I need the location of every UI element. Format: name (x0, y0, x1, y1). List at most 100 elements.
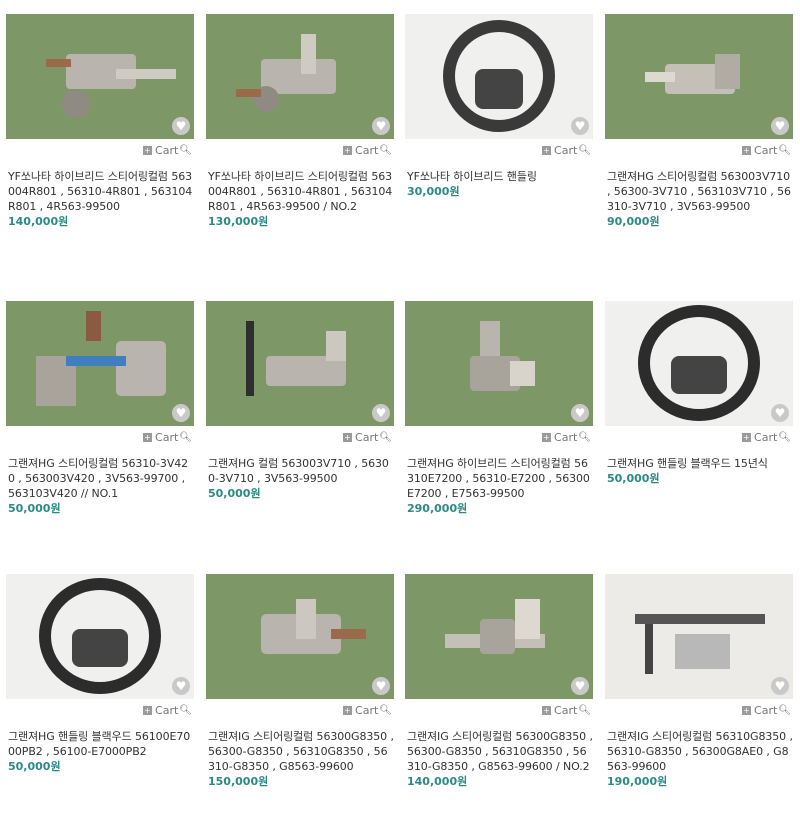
product-grid: ♥ + Cart 🔍︎ YF쏘나타 하이브리드 스티어링컬럼 563004R801 … (0, 0, 800, 825)
cart-button[interactable]: + Cart 🔍︎ (206, 426, 394, 448)
product-card[interactable]: ♥ + Cart 🔍︎ 그랜져IG 스티어링컬럼 56310G8350 , 5631… (605, 574, 793, 789)
product-card[interactable]: ♥ + Cart 🔍︎ 그랜져HG 하이브리드 스티어링컬럼 56310E7200 … (405, 301, 593, 516)
cart-label: Cart (355, 430, 379, 444)
magnifier-icon[interactable]: 🔍︎ (778, 432, 791, 443)
heart-icon[interactable]: ♥ (372, 117, 390, 135)
plus-icon: + (343, 432, 353, 442)
product-image[interactable]: ♥ (206, 14, 394, 139)
product-price: 50,000원 (607, 472, 660, 485)
heart-icon[interactable]: ♥ (771, 677, 789, 695)
cart-label: Cart (554, 143, 578, 157)
product-title[interactable]: 그랜져HG 핸들링 블랙우드 56100E7000PB2 , 56100-E70… (8, 729, 194, 759)
product-image[interactable]: ♥ (605, 301, 793, 426)
magnifier-icon[interactable]: 🔍︎ (578, 705, 591, 716)
heart-icon[interactable]: ♥ (571, 404, 589, 422)
plus-icon: + (343, 705, 353, 715)
magnifier-icon[interactable]: 🔍︎ (578, 432, 591, 443)
product-card[interactable]: ♥ + Cart 🔍︎ 그랜져IG 스티어링컬럼 56300G8350 , 5630… (405, 574, 593, 789)
product-price: 50,000원 (208, 487, 261, 500)
heart-icon[interactable]: ♥ (771, 117, 789, 135)
heart-icon[interactable]: ♥ (571, 117, 589, 135)
product-title[interactable]: 그랜져HG 컬럼 563003V710 , 56300-3V710 , 3V56… (208, 456, 394, 486)
magnifier-icon[interactable]: 🔍︎ (778, 705, 791, 716)
magnifier-icon[interactable]: 🔍︎ (179, 432, 192, 443)
product-card[interactable]: ♥ + Cart 🔍︎ 그랜져HG 스티어링컬럼 563003V710 , 5630… (605, 14, 793, 229)
cart-button[interactable]: + Cart 🔍︎ (605, 139, 793, 161)
magnifier-icon[interactable]: 🔍︎ (379, 705, 392, 716)
heart-icon[interactable]: ♥ (771, 404, 789, 422)
product-price: 50,000원 (8, 760, 61, 773)
product-title[interactable]: YF쏘나타 하이브리드 핸들링 (407, 169, 593, 184)
heart-icon[interactable]: ♥ (172, 404, 190, 422)
product-price: 90,000원 (607, 215, 660, 228)
heart-icon[interactable]: ♥ (372, 404, 390, 422)
product-title[interactable]: YF쏘나타 하이브리드 스티어링컬럼 563004R801 , 56310-4R… (208, 169, 394, 214)
magnifier-icon[interactable]: 🔍︎ (379, 145, 392, 156)
cart-label: Cart (754, 703, 778, 717)
product-image[interactable]: ♥ (405, 14, 593, 139)
product-image[interactable]: ♥ (206, 301, 394, 426)
product-image[interactable]: ♥ (206, 574, 394, 699)
cart-label: Cart (754, 143, 778, 157)
cart-button[interactable]: + Cart 🔍︎ (6, 426, 194, 448)
product-title[interactable]: 그랜져HG 핸들링 블랙우드 15년식 (607, 456, 793, 471)
cart-button[interactable]: + Cart 🔍︎ (605, 426, 793, 448)
product-title[interactable]: 그랜져IG 스티어링컬럼 56300G8350 , 56300-G8350 , … (208, 729, 394, 774)
magnifier-icon[interactable]: 🔍︎ (578, 145, 591, 156)
product-title[interactable]: YF쏘나타 하이브리드 스티어링컬럼 563004R801 , 56310-4R… (8, 169, 194, 214)
product-price: 290,000원 (407, 502, 468, 515)
product-image[interactable]: ♥ (405, 301, 593, 426)
product-card[interactable]: ♥ + Cart 🔍︎ YF쏘나타 하이브리드 핸들링 30,000원 (405, 14, 593, 199)
product-title[interactable]: 그랜져HG 스티어링컬럼 563003V710 , 56300-3V710 , … (607, 169, 793, 214)
product-title[interactable]: 그랜져HG 하이브리드 스티어링컬럼 56310E7200 , 56310-E7… (407, 456, 593, 501)
cart-label: Cart (155, 143, 179, 157)
plus-icon: + (542, 432, 552, 442)
product-price: 190,000원 (607, 775, 668, 788)
product-card[interactable]: ♥ + Cart 🔍︎ 그랜져HG 스티어링컬럼 56310-3V420 , 563… (6, 301, 194, 516)
plus-icon: + (742, 145, 752, 155)
product-image[interactable]: ♥ (6, 14, 194, 139)
product-image[interactable]: ♥ (405, 574, 593, 699)
cart-label: Cart (554, 703, 578, 717)
magnifier-icon[interactable]: 🔍︎ (778, 145, 791, 156)
heart-icon[interactable]: ♥ (571, 677, 589, 695)
product-card[interactable]: ♥ + Cart 🔍︎ 그랜져HG 핸들링 블랙우드 15년식 50,000원 (605, 301, 793, 486)
heart-icon[interactable]: ♥ (372, 677, 390, 695)
product-card[interactable]: ♥ + Cart 🔍︎ YF쏘나타 하이브리드 스티어링컬럼 563004R801 … (6, 14, 194, 229)
product-title[interactable]: 그랜져IG 스티어링컬럼 56310G8350 , 56310-G8350 , … (607, 729, 793, 774)
plus-icon: + (742, 432, 752, 442)
plus-icon: + (343, 145, 353, 155)
plus-icon: + (143, 145, 153, 155)
plus-icon: + (542, 705, 552, 715)
product-title[interactable]: 그랜져IG 스티어링컬럼 56300G8350 , 56300-G8350 , … (407, 729, 593, 774)
product-price: 30,000원 (407, 185, 460, 198)
magnifier-icon[interactable]: 🔍︎ (179, 145, 192, 156)
product-card[interactable]: ♥ + Cart 🔍︎ 그랜져HG 컬럼 563003V710 , 56300-3V… (206, 301, 394, 501)
cart-button[interactable]: + Cart 🔍︎ (405, 426, 593, 448)
magnifier-icon[interactable]: 🔍︎ (379, 432, 392, 443)
plus-icon: + (143, 432, 153, 442)
product-image[interactable]: ♥ (605, 14, 793, 139)
product-image[interactable]: ♥ (605, 574, 793, 699)
cart-label: Cart (355, 703, 379, 717)
product-title[interactable]: 그랜져HG 스티어링컬럼 56310-3V420 , 563003V420 , … (8, 456, 194, 501)
cart-button[interactable]: + Cart 🔍︎ (206, 139, 394, 161)
heart-icon[interactable]: ♥ (172, 117, 190, 135)
cart-button[interactable]: + Cart 🔍︎ (405, 139, 593, 161)
heart-icon[interactable]: ♥ (172, 677, 190, 695)
cart-button[interactable]: + Cart 🔍︎ (6, 139, 194, 161)
product-card[interactable]: ♥ + Cart 🔍︎ 그랜져IG 스티어링컬럼 56300G8350 , 5630… (206, 574, 394, 789)
product-image[interactable]: ♥ (6, 301, 194, 426)
product-price: 150,000원 (208, 775, 269, 788)
cart-button[interactable]: + Cart 🔍︎ (605, 699, 793, 721)
product-card[interactable]: ♥ + Cart 🔍︎ YF쏘나타 하이브리드 스티어링컬럼 563004R801 … (206, 14, 394, 229)
cart-button[interactable]: + Cart 🔍︎ (405, 699, 593, 721)
product-card[interactable]: ♥ + Cart 🔍︎ 그랜져HG 핸들링 블랙우드 56100E7000PB2 ,… (6, 574, 194, 774)
magnifier-icon[interactable]: 🔍︎ (179, 705, 192, 716)
cart-label: Cart (155, 703, 179, 717)
cart-button[interactable]: + Cart 🔍︎ (6, 699, 194, 721)
product-image[interactable]: ♥ (6, 574, 194, 699)
cart-button[interactable]: + Cart 🔍︎ (206, 699, 394, 721)
product-price: 130,000원 (208, 215, 269, 228)
cart-label: Cart (155, 430, 179, 444)
